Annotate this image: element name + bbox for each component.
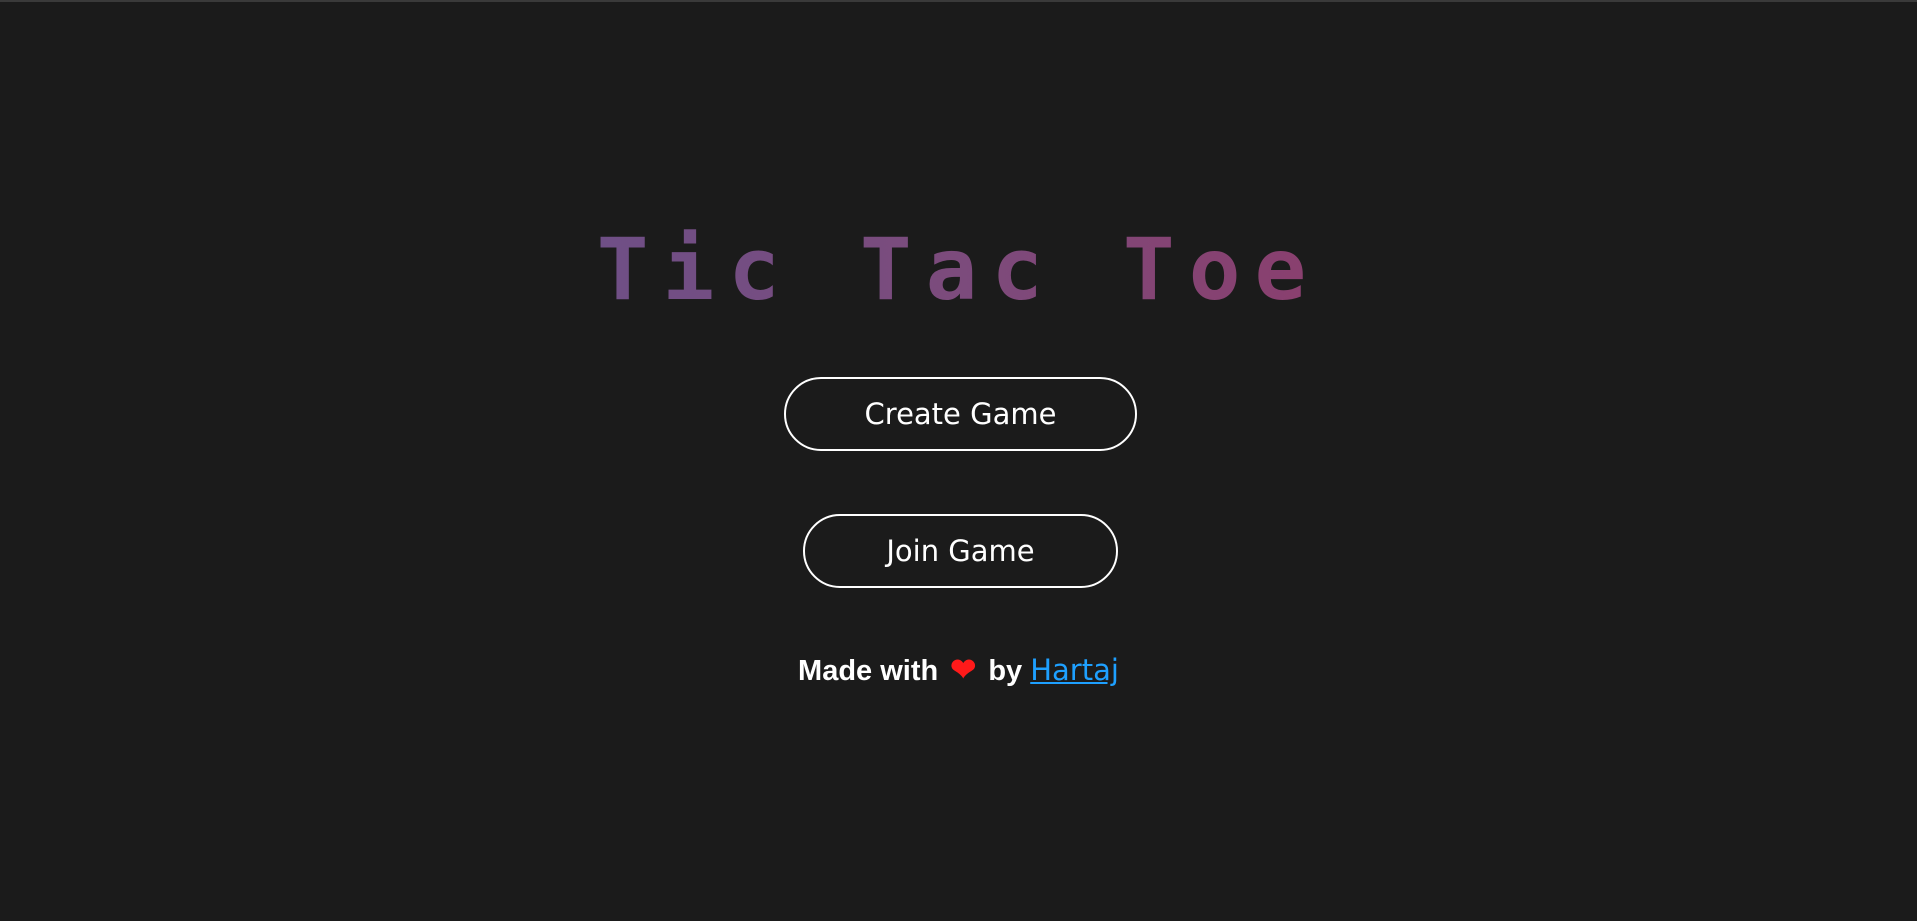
page-title: Tic Tac Toe [0, 220, 1917, 320]
credit-by: by [988, 655, 1023, 687]
home-screen: Tic Tac Toe Create Game Join Game Made w… [0, 0, 1917, 921]
credit-prefix: Made with [798, 655, 939, 687]
author-link[interactable]: Hartaj [1030, 653, 1119, 687]
join-game-button[interactable]: Join Game [803, 514, 1118, 588]
create-game-button[interactable]: Create Game [784, 377, 1137, 451]
footer-credit: Made with ❤ by Hartaj [0, 652, 1917, 688]
heart-icon: ❤ [950, 652, 977, 687]
title-text: Tic Tac Toe [596, 220, 1321, 320]
